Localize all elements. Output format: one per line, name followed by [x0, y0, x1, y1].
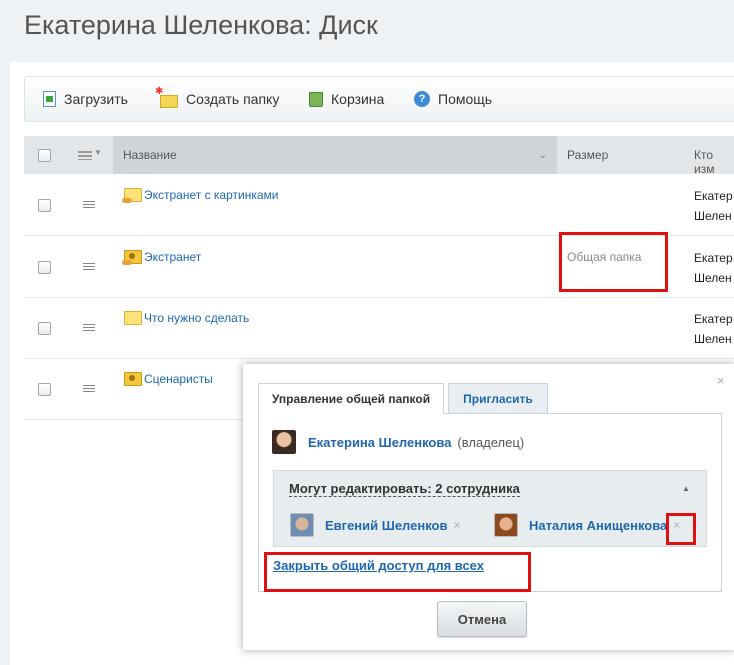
page-title: Екатерина Шеленкова: Диск — [24, 10, 378, 40]
modified-by: Екатер Шелен — [694, 186, 733, 226]
row-checkbox[interactable] — [38, 261, 51, 274]
editor-item: Евгений Шеленков × — [290, 513, 461, 537]
group-folder-icon — [122, 250, 142, 265]
name-column-label: Название — [123, 148, 177, 162]
columns-menu-chevron-icon: ▼ — [94, 148, 102, 157]
owner-row: Екатерина Шеленкова (владелец) — [272, 430, 524, 454]
trash-icon — [309, 91, 323, 107]
upload-icon — [43, 91, 56, 107]
highlight-shared-label — [559, 232, 668, 292]
modified-by: Екатер Шелен — [694, 248, 733, 288]
modified-by-line1: Екатер — [694, 312, 733, 326]
row-checkbox[interactable] — [38, 322, 51, 335]
help-label: Помощь — [438, 91, 493, 107]
highlight-remove-editor — [666, 513, 696, 545]
editors-toggle[interactable]: Могут редактировать: 2 сотрудника — [289, 481, 520, 497]
new-folder-button[interactable]: Создать папку — [155, 77, 280, 121]
row-menu-icon[interactable] — [83, 201, 95, 210]
folder-name-link[interactable]: Экстранет — [144, 250, 201, 264]
size-column-label[interactable]: Размер — [567, 148, 608, 162]
row-menu-icon[interactable] — [83, 385, 95, 394]
editor-name-link[interactable]: Наталия Анищенкова — [529, 518, 667, 533]
highlight-close-access — [264, 552, 531, 592]
modified-by-column-label[interactable]: Кто изм — [694, 148, 734, 176]
group-folder-icon — [124, 372, 142, 386]
row-checkbox[interactable] — [38, 383, 51, 396]
folder-icon — [124, 311, 142, 325]
sort-chevron-down-icon[interactable]: ⌄ — [538, 148, 547, 161]
row-menu-icon[interactable] — [83, 263, 95, 272]
trash-label: Корзина — [331, 91, 385, 107]
modified-by-line1: Екатер — [694, 189, 733, 203]
collapse-icon[interactable]: ▲ — [682, 484, 690, 493]
owner-role: (владелец) — [457, 434, 525, 450]
avatar — [494, 513, 518, 537]
editor-name-link[interactable]: Евгений Шеленков — [325, 518, 447, 533]
name-column-header[interactable] — [113, 136, 557, 174]
folder-name-link[interactable]: Что нужно сделать — [144, 311, 249, 325]
columns-menu-icon[interactable] — [78, 151, 92, 160]
select-all-checkbox[interactable] — [38, 149, 51, 162]
folder-name-link[interactable]: Сценаристы — [144, 372, 213, 386]
new-folder-icon — [155, 86, 178, 108]
row-menu-icon[interactable] — [83, 324, 95, 333]
avatar — [272, 430, 296, 454]
modified-by-line2: Шелен — [694, 271, 732, 285]
help-button[interactable]: ? Помощь — [414, 77, 492, 121]
owner-name-link[interactable]: Екатерина Шеленкова — [308, 435, 451, 450]
toolbar: Загрузить Создать папку Корзина ? Помощь — [24, 76, 734, 122]
tab-manage-shared-folder[interactable]: Управление общей папкой — [258, 383, 444, 414]
upload-label: Загрузить — [64, 91, 128, 107]
remove-editor-icon[interactable]: × — [453, 518, 460, 532]
row-checkbox[interactable] — [38, 199, 51, 212]
table-header: ▼ Название ⌄ Размер Кто изм — [24, 136, 734, 176]
editor-item: Наталия Анищенкова × — [494, 513, 680, 537]
upload-button[interactable]: Загрузить — [43, 77, 128, 121]
trash-button[interactable]: Корзина — [309, 77, 384, 121]
popup-close-icon[interactable]: × — [717, 373, 725, 388]
avatar — [290, 513, 314, 537]
new-folder-label: Создать папку — [186, 91, 280, 107]
table-row: Что нужно сделать Екатер Шелен — [24, 297, 734, 359]
table-row: Экстранет с картинками Екатер Шелен — [24, 174, 734, 236]
folder-name-link[interactable]: Экстранет с картинками — [144, 188, 278, 202]
modified-by-line2: Шелен — [694, 332, 732, 346]
help-icon: ? — [414, 91, 430, 107]
cancel-button[interactable]: Отмена — [437, 601, 527, 637]
tab-invite[interactable]: Пригласить — [448, 383, 548, 415]
modified-by-line2: Шелен — [694, 209, 732, 223]
shared-folder-icon — [122, 188, 142, 203]
modified-by: Екатер Шелен — [694, 309, 733, 349]
modified-by-line1: Екатер — [694, 251, 733, 265]
